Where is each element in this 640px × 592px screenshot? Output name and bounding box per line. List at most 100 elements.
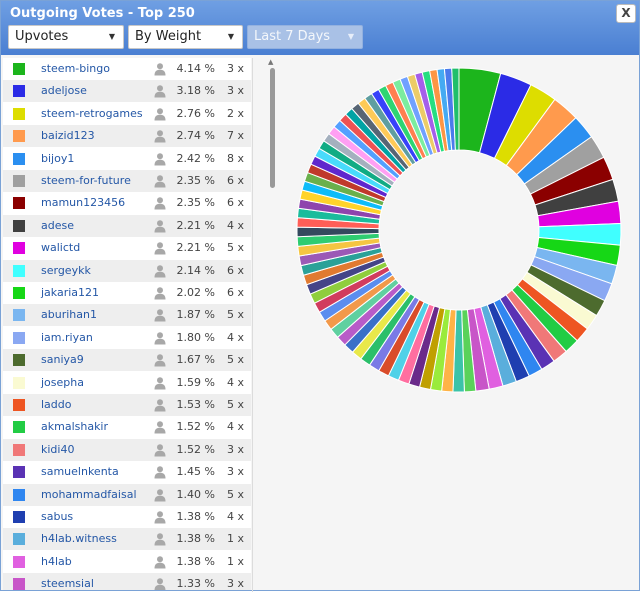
user-icon[interactable] (153, 219, 167, 233)
user-icon[interactable] (153, 264, 167, 278)
user-icon[interactable] (153, 398, 167, 412)
user-icon[interactable] (153, 420, 167, 434)
user-icon[interactable] (153, 555, 167, 569)
color-swatch (13, 107, 25, 120)
user-icon[interactable] (153, 308, 167, 322)
list-item[interactable]: adese 2.21 % 4 x (3, 214, 251, 237)
list-item[interactable]: mohammadfaisal 1.40 % 5 x (3, 483, 251, 506)
account-link[interactable]: mohammadfaisal (41, 488, 137, 501)
list-item[interactable]: josepha 1.59 % 4 x (3, 372, 251, 394)
list-item[interactable]: akmalshakir 1.52 % 4 x (3, 416, 251, 438)
list-item[interactable]: steem-for-future 2.35 % 6 x (3, 170, 251, 192)
user-icon[interactable] (153, 577, 167, 590)
user-icon[interactable] (153, 286, 167, 300)
account-link[interactable]: akmalshakir (41, 420, 108, 433)
list-item[interactable]: steemsial 1.33 % 3 x (3, 573, 251, 590)
list-item[interactable]: samuelnkenta 1.45 % 3 x (3, 461, 251, 483)
list-item[interactable]: kidi40 1.52 % 3 x (3, 438, 251, 461)
account-link[interactable]: kidi40 (41, 443, 74, 456)
account-link[interactable]: sabus (41, 510, 73, 523)
list-item[interactable]: laddo 1.53 % 5 x (3, 394, 251, 416)
list-item[interactable]: aburihan1 1.87 % 5 x (3, 304, 251, 327)
user-icon[interactable] (153, 241, 167, 255)
vote-percent: 1.52 % (176, 420, 215, 434)
user-icon[interactable] (153, 129, 167, 143)
user-icon[interactable] (153, 174, 167, 188)
list-item[interactable]: mamun123456 2.35 % 6 x (3, 192, 251, 214)
vote-percent: 2.42 % (176, 151, 215, 165)
vote-list[interactable]: steem-bingo 4.14 % 3 x adeljose 3.18 % 3 x ste… (3, 58, 251, 590)
vote-count: 6 x (226, 196, 244, 210)
list-scrollbar[interactable]: ▲ (266, 58, 278, 592)
user-icon[interactable] (153, 465, 167, 479)
vote-count: 3 x (226, 465, 244, 479)
color-swatch (13, 555, 25, 568)
vote-percent: 2.14 % (176, 263, 215, 277)
outgoing-votes-window: Outgoing Votes - Top 250 X Upvotes ▼ By … (0, 0, 640, 592)
sort-value: By Weight (135, 29, 202, 44)
vote-count: 3 x (226, 577, 244, 590)
account-link[interactable]: steemsial (41, 577, 94, 590)
list-item[interactable]: baizid123 2.74 % 7 x (3, 125, 251, 148)
account-link[interactable]: adese (41, 219, 74, 232)
user-icon[interactable] (153, 331, 167, 345)
user-icon[interactable] (153, 107, 167, 121)
list-item[interactable]: jakaria121 2.02 % 6 x (3, 282, 251, 304)
account-link[interactable]: laddo (41, 398, 72, 411)
user-icon[interactable] (153, 353, 167, 367)
account-link[interactable]: bijoy1 (41, 152, 74, 165)
account-link[interactable]: aburihan1 (41, 308, 97, 321)
account-link[interactable]: josepha (41, 376, 84, 389)
list-item[interactable]: h4lab 1.38 % 1 x (3, 551, 251, 573)
vote-count: 5 x (226, 241, 244, 255)
account-link[interactable]: sergeykk (41, 264, 91, 277)
account-link[interactable]: walictd (41, 241, 80, 254)
list-item[interactable]: walictd 2.21 % 5 x (3, 237, 251, 259)
list-item[interactable]: iam.riyan 1.80 % 4 x (3, 327, 251, 349)
list-item[interactable]: adeljose 3.18 % 3 x (3, 80, 251, 103)
vote-percent: 1.33 % (176, 577, 215, 590)
color-swatch (13, 511, 25, 523)
scroll-up-icon[interactable]: ▲ (268, 58, 273, 66)
vote-count: 1 x (226, 554, 244, 568)
user-icon[interactable] (153, 196, 167, 210)
title-bar[interactable]: Outgoing Votes - Top 250 X Upvotes ▼ By … (1, 1, 639, 55)
account-link[interactable]: iam.riyan (41, 331, 93, 344)
list-item[interactable]: bijoy1 2.42 % 8 x (3, 148, 251, 170)
list-item[interactable]: sergeykk 2.14 % 6 x (3, 259, 251, 282)
user-icon[interactable] (153, 443, 167, 457)
account-link[interactable]: steem-retrogames (41, 107, 143, 120)
list-item[interactable]: sabus 1.38 % 4 x (3, 506, 251, 528)
account-link[interactable]: mamun123456 (41, 196, 125, 209)
account-link[interactable]: saniya9 (41, 353, 84, 366)
account-link[interactable]: baizid123 (41, 129, 95, 142)
account-link[interactable]: samuelnkenta (41, 465, 119, 478)
chevron-down-icon: ▼ (227, 32, 234, 41)
vote-percent: 1.38 % (176, 532, 215, 546)
list-item[interactable]: steem-retrogames 2.76 % 2 x (3, 103, 251, 125)
user-icon[interactable] (153, 376, 167, 390)
account-link[interactable]: h4lab (41, 555, 72, 568)
account-link[interactable]: steem-for-future (41, 174, 131, 187)
user-icon[interactable] (153, 510, 167, 524)
color-swatch (13, 287, 25, 299)
vote-count: 6 x (226, 263, 244, 277)
list-item[interactable]: saniya9 1.67 % 5 x (3, 349, 251, 372)
user-icon[interactable] (153, 84, 167, 98)
vote-count: 5 x (226, 398, 244, 411)
list-item[interactable]: steem-bingo 4.14 % 3 x (3, 58, 251, 80)
vote-count: 4 x (226, 420, 244, 434)
close-button[interactable]: X (616, 4, 636, 23)
user-icon[interactable] (153, 152, 167, 166)
user-icon[interactable] (153, 488, 167, 502)
sort-select[interactable]: By Weight ▼ (128, 25, 243, 49)
account-link[interactable]: adeljose (41, 84, 87, 97)
scroll-thumb[interactable] (270, 68, 275, 188)
user-icon[interactable] (153, 62, 167, 76)
list-item[interactable]: h4lab.witness 1.38 % 1 x (3, 528, 251, 551)
account-link[interactable]: jakaria121 (41, 286, 99, 299)
account-link[interactable]: h4lab.witness (41, 532, 117, 545)
user-icon[interactable] (153, 532, 167, 546)
account-link[interactable]: steem-bingo (41, 62, 110, 75)
vote-type-select[interactable]: Upvotes ▼ (8, 25, 124, 49)
